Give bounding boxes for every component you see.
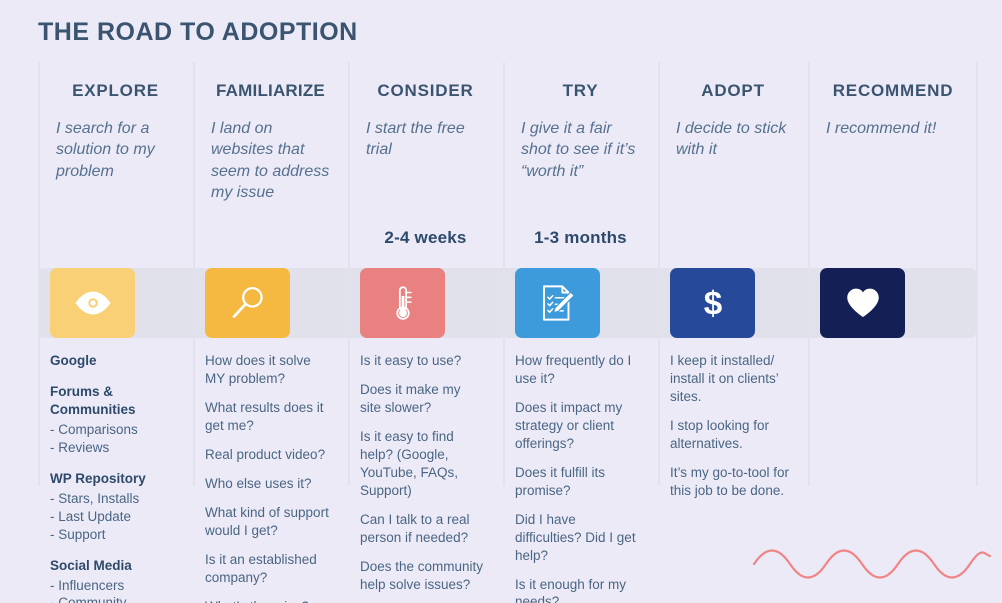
right-gutter [978, 62, 1002, 603]
stage-columns: EXPLORE I search for a solution to my pro… [0, 62, 1002, 603]
list-item: What results does it get me? [205, 399, 324, 433]
list-item: Does the community help solve issues? [360, 558, 484, 592]
list-item: - Community [50, 595, 127, 603]
list-item: What kind of support would I get? [205, 504, 329, 538]
list-item: Did I have difficulties? Did I get help? [515, 511, 636, 563]
stage-icon-slot [358, 268, 493, 338]
list-item: What’s the price? Can I try it? [205, 598, 330, 603]
stage-name: RECOMMEND [832, 81, 954, 100]
list-item: - Last Update [50, 508, 132, 524]
stage-quote: I recommend it! [826, 120, 937, 137]
list-item: Does it fulfill its promise? [515, 464, 606, 498]
list-item: Does it make my site slower? [360, 381, 461, 415]
list-item: Social Media [50, 557, 132, 573]
stage-quote: I search for a solution to my problem [56, 120, 155, 180]
stage-column-consider: CONSIDER I start the free trial 2-4 weeks I… [348, 62, 503, 603]
list-item: Google [50, 353, 97, 368]
stage-column-recommend: RECOMMEND I recommend it! [808, 62, 978, 603]
stage-icon-slot [48, 268, 183, 338]
list-item: Is it an established company? [205, 551, 317, 585]
list-item: Is it easy to use? [360, 353, 462, 368]
eye-icon [50, 268, 135, 338]
list-item: Does it impact my strategy or client off… [515, 399, 623, 451]
stage-name: TRY [562, 81, 599, 100]
stage-icon-slot [203, 268, 338, 338]
stage-quote: I start the free trial [366, 120, 465, 159]
list-item: Forums & Communities [50, 383, 136, 417]
dollar-icon: $ [670, 268, 755, 338]
stage-quote: I land on websites that seem to address … [211, 120, 330, 201]
checklist-pencil-icon [515, 268, 600, 338]
list-item: - Stars, Installs [50, 490, 140, 506]
list-item: I stop looking for alternatives. [670, 417, 770, 451]
stage-quote: I decide to stick with it [676, 120, 787, 159]
stage-icon-slot [818, 268, 968, 338]
stage-body: How does it solve MY problem? What result… [203, 338, 338, 603]
stage-name: FAMILIARIZE [216, 81, 325, 100]
adoption-journey-board: EXPLORE I search for a solution to my pro… [0, 62, 1002, 603]
stage-quote: I give it a fair shot to see if it’s “wo… [521, 120, 636, 180]
list-item: How does it solve MY problem? [205, 353, 311, 386]
thermometer-icon [360, 268, 445, 338]
stage-column-familiarize: FAMILIARIZE I land on websites that seem … [193, 62, 348, 603]
list-item: I keep it installed/ install it on clien… [670, 353, 779, 404]
stage-body: I keep it installed/ install it on clien… [668, 338, 798, 500]
page-title: THE ROAD TO ADOPTION [38, 18, 358, 46]
stage-duration: 2-4 weeks [384, 228, 467, 247]
stage-header: ADOPT I decide to stick with it [668, 62, 798, 268]
list-item: Real product video? [205, 446, 326, 462]
stage-header: TRY I give it a fair shot to see if it’s … [513, 62, 648, 268]
stage-column-explore: EXPLORE I search for a solution to my pro… [38, 62, 193, 603]
list-item: - Influencers [50, 577, 125, 593]
svg-text:$: $ [703, 285, 722, 322]
stage-header: FAMILIARIZE I land on websites that seem … [203, 62, 338, 268]
list-item: It’s my go-to-tool for this job to be do… [670, 464, 790, 498]
list-item: Is it easy to find help? (Google, YouTub… [360, 428, 459, 498]
left-gutter [0, 62, 38, 603]
list-item: How frequently do I use it? [515, 353, 632, 386]
magnifier-icon [205, 268, 290, 338]
stage-icon-slot: $ [668, 268, 798, 338]
stage-name: ADOPT [701, 81, 765, 100]
list-item: - Reviews [50, 439, 110, 455]
stage-body: Google Forums & Communities - Comparisons -… [48, 338, 183, 603]
stage-header: RECOMMEND I recommend it! [818, 62, 968, 268]
list-item: - Support [50, 526, 106, 542]
stage-header: CONSIDER I start the free trial 2-4 weeks [358, 62, 493, 268]
stage-body: How frequently do I use it? Does it impac… [513, 338, 648, 603]
stage-column-adopt: ADOPT I decide to stick with it $ I keep it… [658, 62, 808, 603]
squiggle-decoration [752, 549, 992, 579]
list-item: WP Repository [50, 470, 146, 486]
list-item: - Comparisons [50, 421, 138, 437]
stage-header: EXPLORE I search for a solution to my pro… [48, 62, 183, 268]
stage-body: Is it easy to use? Does it make my site s… [358, 338, 493, 603]
list-item: Who else uses it? [205, 475, 312, 491]
stage-body [818, 338, 968, 352]
stage-column-try: TRY I give it a fair shot to see if it’s … [503, 62, 658, 603]
heart-icon [820, 268, 905, 338]
stage-duration: 1-3 months [534, 228, 627, 247]
stage-name: CONSIDER [377, 81, 474, 100]
list-item: Can I talk to a real person if needed? [360, 511, 470, 545]
stage-icon-slot [513, 268, 648, 338]
list-item: Is it enough for my needs? [515, 576, 627, 603]
stage-name: EXPLORE [72, 81, 159, 100]
